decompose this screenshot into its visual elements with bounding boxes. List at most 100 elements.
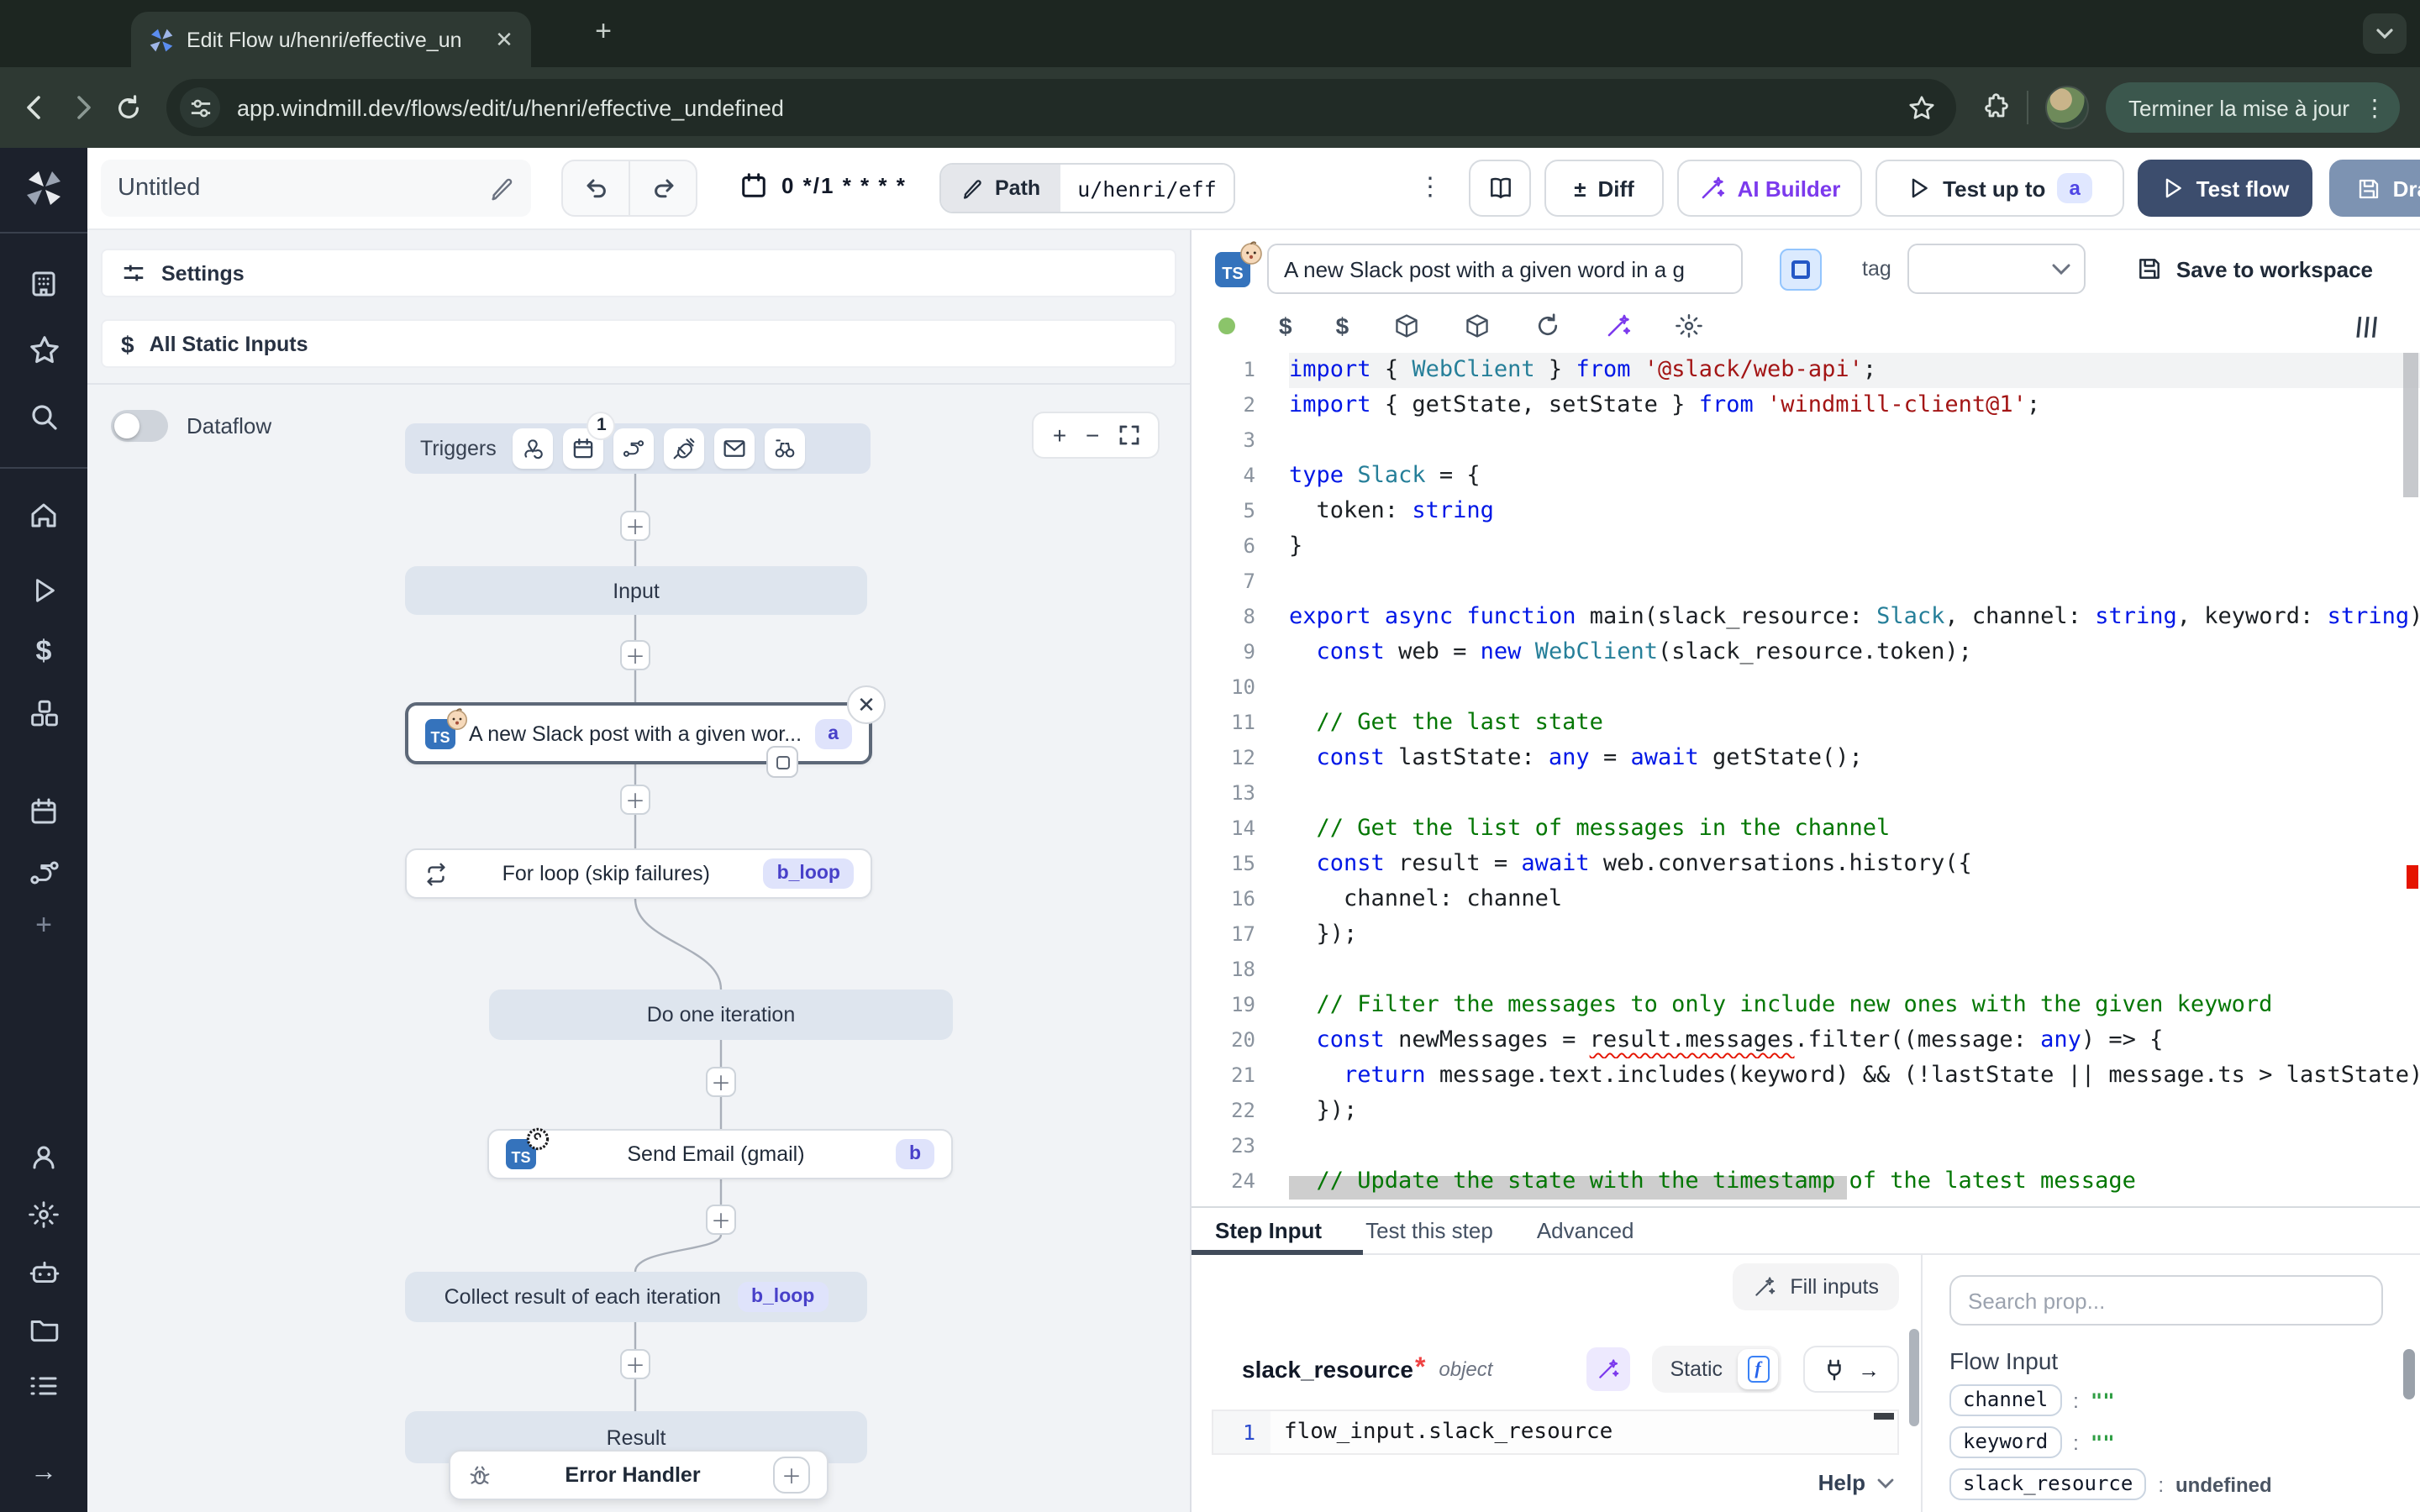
webhook-trigger-icon[interactable] [513, 428, 554, 469]
zoom-out-icon[interactable]: − [1086, 422, 1099, 449]
tab-search-chevron-icon[interactable] [2363, 13, 2407, 54]
insert-step-button[interactable]: ＋ [620, 511, 650, 541]
expr-code[interactable]: flow_input.slack_resource [1270, 1411, 1897, 1453]
step-title-input[interactable] [1267, 244, 1743, 294]
websocket-plug-trigger-icon[interactable] [665, 428, 705, 469]
flow-graph-canvas[interactable]: Dataflow + − Triggers 1 [87, 383, 1190, 1512]
bookmark-star-icon[interactable] [1907, 93, 1935, 122]
tag-select[interactable] [1908, 244, 2086, 294]
windmill-logo-icon[interactable] [24, 168, 64, 208]
vertical-scrollbar-thumb[interactable] [2403, 353, 2418, 497]
path-control[interactable]: Path u/henri/eff [939, 163, 1235, 213]
prop-pill-slack-resource[interactable]: slack_resource [1949, 1468, 2146, 1500]
code-line[interactable]: 6} [1192, 529, 2420, 564]
connect-input-button[interactable]: → [1803, 1346, 1899, 1393]
ai-robot-icon[interactable] [27, 1255, 60, 1289]
schedule-trigger-icon[interactable]: 1 [564, 428, 604, 469]
static-dollar-icon[interactable]: $ [1336, 312, 1349, 339]
prop-row[interactable]: channel : "" [1949, 1384, 2383, 1416]
diff-button[interactable]: ± Diff [1544, 160, 1664, 217]
insert-step-button[interactable]: ＋ [706, 1205, 736, 1235]
code-line[interactable]: 17 }); [1192, 917, 2420, 953]
undo-button[interactable] [563, 161, 629, 215]
test-flow-button[interactable]: Test flow [2138, 160, 2312, 217]
javascript-expr-toggle[interactable]: f [1738, 1349, 1778, 1389]
code-line[interactable]: 22 }); [1192, 1094, 2420, 1129]
path-label-segment[interactable]: Path [941, 165, 1060, 212]
do-one-iteration-node[interactable]: Do one iteration [489, 990, 953, 1040]
reload-icon[interactable] [114, 93, 143, 122]
search-prop-input[interactable] [1949, 1275, 2383, 1326]
site-settings-icon[interactable] [180, 87, 220, 128]
prop-row[interactable]: keyword : "" [1949, 1426, 2383, 1458]
slack-step-node[interactable]: TS A new Slack post with a given wor... … [405, 702, 872, 764]
flow-settings-bar[interactable]: Settings [101, 249, 1176, 297]
refresh-icon[interactable] [1534, 312, 1560, 339]
code-line[interactable]: 19 // Filter the messages to only includ… [1192, 988, 2420, 1023]
settings-gear-icon[interactable] [27, 1198, 60, 1231]
draft-button[interactable]: Draft [2329, 160, 2420, 217]
resources-cubes-icon[interactable] [27, 696, 60, 729]
insert-step-button[interactable]: ＋ [620, 785, 650, 815]
runs-play-icon[interactable] [27, 573, 60, 606]
code-line[interactable]: 24 // Update the state with the timestam… [1192, 1164, 2420, 1200]
route-trigger-icon[interactable] [614, 428, 655, 469]
pane-scrollbar-thumb[interactable] [2403, 1349, 2415, 1399]
browser-tab[interactable]: Edit Flow u/henri/effective_un ✕ [131, 12, 531, 67]
add-error-handler-icon[interactable]: ＋ [773, 1457, 810, 1494]
cron-schedule[interactable]: 0 */1 * * * * [739, 171, 907, 200]
save-to-workspace-button[interactable]: Save to workspace [2136, 255, 2373, 282]
delete-step-icon[interactable]: ✕ [847, 685, 886, 724]
code-line[interactable]: 16 channel: channel [1192, 882, 2420, 917]
add-plus-icon[interactable]: + [27, 909, 60, 942]
code-editor[interactable]: 1import { WebClient } from '@slack/web-a… [1192, 353, 2420, 1206]
insert-step-button[interactable]: ＋ [706, 1067, 736, 1097]
package-box-icon[interactable] [1392, 312, 1419, 339]
code-line[interactable]: 21 return message.text.includes(keyword)… [1192, 1058, 2420, 1094]
prop-row[interactable]: slack_resource : undefined [1949, 1468, 2383, 1500]
for-loop-node[interactable]: For loop (skip failures) b_loop [405, 848, 872, 899]
code-line[interactable]: 18 [1192, 953, 2420, 988]
path-value[interactable]: u/henri/eff [1060, 165, 1234, 212]
tab-advanced[interactable]: Advanced [1537, 1208, 1634, 1253]
ai-fill-wand-button[interactable] [1586, 1347, 1629, 1391]
browser-menu-kebab-icon[interactable]: ⋮ [2363, 93, 2386, 122]
prop-pill-channel[interactable]: channel [1949, 1384, 2061, 1416]
edit-pencil-icon[interactable] [489, 176, 514, 201]
search-icon[interactable] [27, 400, 60, 433]
code-line[interactable]: 20 const newMessages = result.messages.f… [1192, 1023, 2420, 1058]
new-tab-button[interactable]: + [585, 15, 622, 49]
docs-book-button[interactable] [1469, 160, 1531, 217]
insert-step-button[interactable]: ＋ [620, 1349, 650, 1379]
stop-square-button[interactable] [1780, 248, 1822, 290]
code-line[interactable]: 1import { WebClient } from '@slack/web-a… [1192, 353, 2420, 388]
ai-magic-wand-icon[interactable] [1604, 312, 1631, 339]
code-line[interactable]: 23 [1192, 1129, 2420, 1164]
expr-editor[interactable]: 1 flow_input.slack_resource [1212, 1410, 1899, 1455]
code-line[interactable]: 4type Slack = { [1192, 459, 2420, 494]
triggers-node[interactable]: Triggers 1 [405, 423, 871, 474]
code-line[interactable]: 9 const web = new WebClient(slack_resour… [1192, 635, 2420, 670]
variables-dollar-icon[interactable]: $ [1279, 312, 1292, 339]
extensions-icon[interactable] [1979, 92, 2009, 123]
email-trigger-icon[interactable] [715, 428, 755, 469]
collapse-arrow-right-icon[interactable]: → [27, 1457, 60, 1490]
home-icon[interactable] [27, 499, 60, 533]
package-box-icon[interactable] [1463, 312, 1490, 339]
code-line[interactable]: 10 [1192, 670, 2420, 706]
flows-route-icon[interactable] [27, 855, 60, 889]
back-icon[interactable] [20, 92, 50, 123]
ai-builder-button[interactable]: AI Builder [1677, 160, 1862, 217]
send-email-node[interactable]: TS Send Email (gmail) b [487, 1129, 953, 1179]
forward-icon[interactable] [67, 92, 97, 123]
static-label[interactable]: Static [1655, 1357, 1738, 1381]
code-line[interactable]: 3 [1192, 423, 2420, 459]
error-handler-node[interactable]: Error Handler ＋ [449, 1450, 829, 1500]
folders-icon[interactable] [27, 1312, 60, 1346]
dataflow-toggle[interactable] [111, 410, 168, 442]
code-line[interactable]: 11 // Get the last state [1192, 706, 2420, 741]
code-line[interactable]: 2import { getState, setState } from 'win… [1192, 388, 2420, 423]
tab-step-input[interactable]: Step Input [1215, 1208, 1322, 1253]
tab-close-icon[interactable]: ✕ [491, 26, 518, 53]
code-line[interactable]: 7 [1192, 564, 2420, 600]
